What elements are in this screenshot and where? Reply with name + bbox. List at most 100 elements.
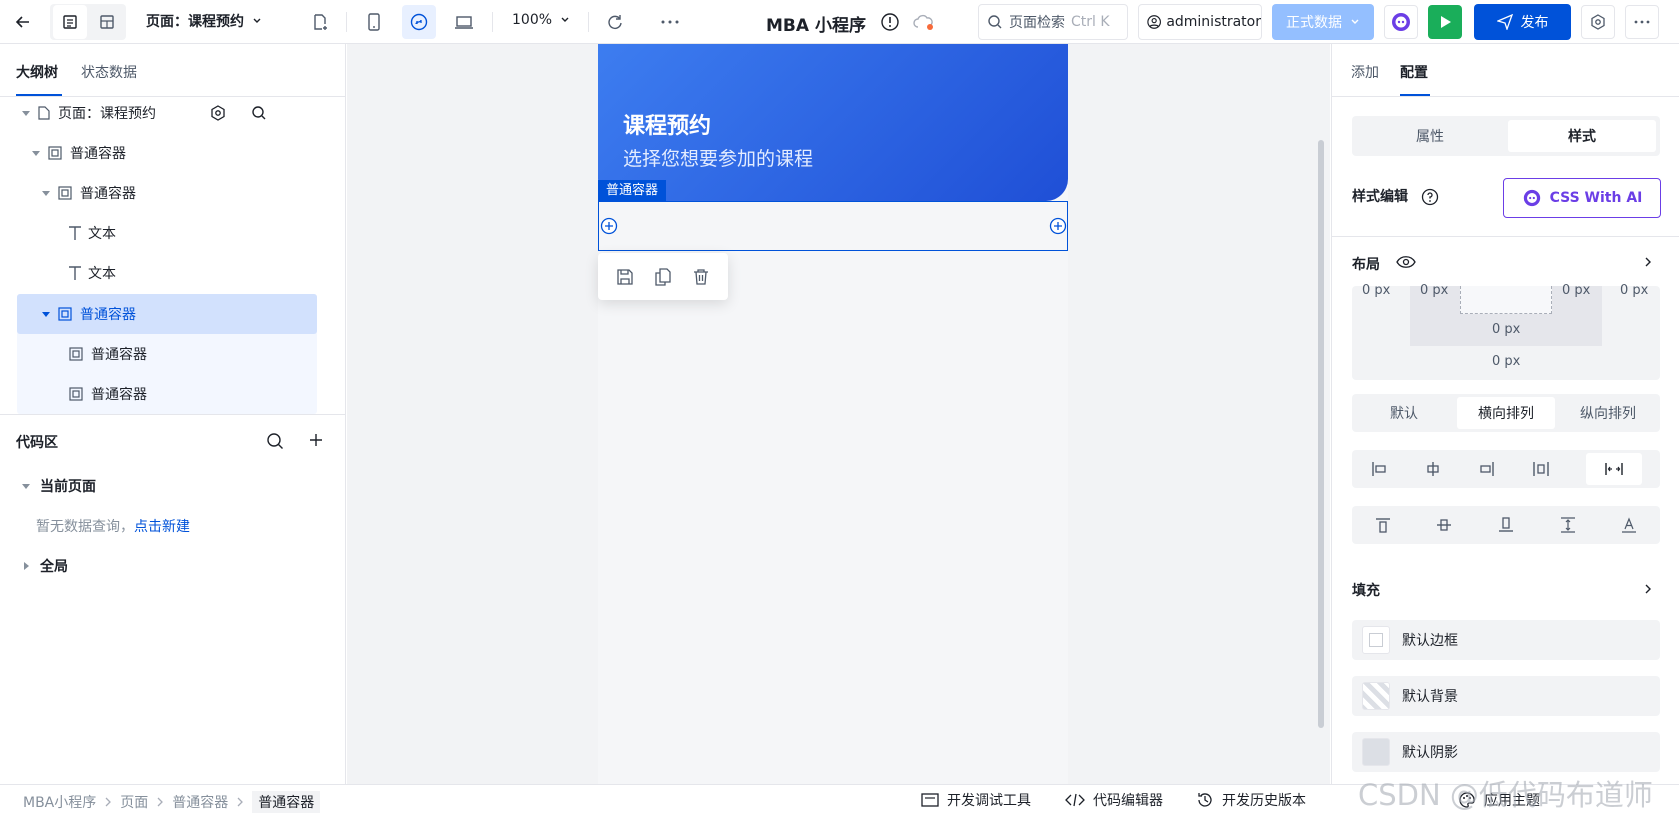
selected-component-tag: 普通容器 <box>598 180 667 201</box>
justify-start-icon[interactable] <box>1370 460 1388 478</box>
align-top-icon[interactable] <box>1374 516 1392 534</box>
code-editor-button[interactable]: 代码编辑器 <box>1065 790 1163 810</box>
save-icon[interactable] <box>616 268 634 286</box>
mobile-device-icon[interactable] <box>357 5 391 39</box>
fill-section-title[interactable]: 填充 <box>1352 580 1380 600</box>
chevron-down-icon <box>561 17 569 22</box>
caret-down-icon <box>22 111 30 116</box>
breadcrumb-app[interactable]: MBA小程序 <box>23 792 96 812</box>
insert-left-icon[interactable] <box>600 217 618 235</box>
back-arrow-icon[interactable] <box>6 5 40 39</box>
settings-gear-icon[interactable] <box>1581 5 1615 39</box>
justify-between-icon[interactable] <box>1532 460 1550 478</box>
justify-end-icon[interactable] <box>1478 460 1496 478</box>
padding-bottom-value[interactable]: 0 px <box>1492 322 1520 337</box>
chevron-right-icon[interactable] <box>1643 583 1653 595</box>
container-icon <box>69 387 83 401</box>
text-icon <box>69 226 81 240</box>
padding-left-value[interactable]: 0 px <box>1420 283 1448 298</box>
dev-tools-button[interactable]: 开发调试工具 <box>921 790 1031 810</box>
more-icon[interactable] <box>653 5 687 39</box>
user-menu[interactable]: administrator <box>1138 4 1262 40</box>
breadcrumb-container[interactable]: 普通容器 <box>172 792 228 812</box>
new-page-icon[interactable] <box>303 5 337 39</box>
publish-label: 发布 <box>1520 15 1549 31</box>
direction-default[interactable]: 默认 <box>1355 397 1453 429</box>
code-global[interactable]: 全局 <box>22 556 68 576</box>
tree-node-container[interactable]: 普通容器 <box>17 334 317 374</box>
fill-shadow-row[interactable]: 默认阴影 <box>1352 732 1660 772</box>
divider <box>346 12 347 32</box>
settings-gear-icon[interactable] <box>210 105 226 121</box>
cloud-sync-icon[interactable] <box>912 12 934 32</box>
more-menu-icon[interactable] <box>1625 5 1659 39</box>
ai-assistant-icon[interactable] <box>1384 5 1418 39</box>
layout-view-icon[interactable] <box>90 5 124 39</box>
refresh-icon[interactable] <box>598 5 632 39</box>
search-icon[interactable] <box>251 105 267 121</box>
tree-node-container[interactable]: 普通容器 <box>17 374 317 414</box>
align-stretch-icon[interactable] <box>1559 516 1577 534</box>
tree-node-container[interactable]: 普通容器 <box>16 133 316 173</box>
tree-node-text[interactable]: 文本 <box>16 253 316 293</box>
margin-left-value[interactable]: 0 px <box>1362 283 1390 298</box>
fill-border-row[interactable]: 默认边框 <box>1352 620 1660 660</box>
layout-section-title[interactable]: 布局 <box>1352 254 1380 274</box>
tree-node-container-selected[interactable]: 普通容器 <box>17 294 317 334</box>
history-button[interactable]: 开发历史版本 <box>1196 790 1306 810</box>
tab-outline[interactable]: 大纲树 <box>16 62 58 82</box>
insert-right-icon[interactable] <box>1049 217 1067 235</box>
padding-right-value[interactable]: 0 px <box>1562 283 1590 298</box>
add-icon[interactable] <box>308 432 324 448</box>
justify-around-option[interactable] <box>1586 453 1642 485</box>
eye-icon[interactable] <box>1396 255 1416 269</box>
justify-center-icon[interactable] <box>1424 460 1442 478</box>
code-current-page[interactable]: 当前页面 <box>22 476 96 496</box>
tree-node-text[interactable]: 文本 <box>16 213 316 253</box>
outline-view-icon[interactable] <box>53 5 87 39</box>
help-icon[interactable] <box>1421 188 1439 206</box>
chevron-right-icon[interactable] <box>1643 256 1653 268</box>
margin-right-value[interactable]: 0 px <box>1620 283 1648 298</box>
tab-config[interactable]: 配置 <box>1400 62 1428 82</box>
ai-assistant-icon <box>1523 189 1540 207</box>
delete-icon[interactable] <box>692 268 710 286</box>
fill-background-row[interactable]: 默认背景 <box>1352 676 1660 716</box>
tree-label: 页面：课程预约 <box>58 106 156 122</box>
breadcrumb-current[interactable]: 普通容器 <box>252 791 321 813</box>
preview-play-icon[interactable] <box>1428 5 1462 39</box>
margin-bottom-value[interactable]: 0 px <box>1492 354 1520 369</box>
style-edit-label: 样式编辑 <box>1352 189 1408 205</box>
canvas-scrollbar[interactable] <box>1318 140 1324 728</box>
history-icon <box>1198 793 1212 807</box>
align-options <box>1352 506 1660 544</box>
zoom-value: 100% <box>512 12 553 28</box>
copy-icon[interactable] <box>654 267 672 286</box>
tab-state-data[interactable]: 状态数据 <box>81 62 137 82</box>
desktop-device-icon[interactable] <box>447 5 481 39</box>
page-search-input[interactable]: 页面检索 Ctrl K <box>978 4 1128 40</box>
direction-vertical[interactable]: 纵向排列 <box>1559 397 1657 429</box>
publish-button[interactable]: 发布 <box>1474 4 1571 40</box>
align-baseline-icon[interactable] <box>1620 516 1638 534</box>
tree-label: 普通容器 <box>80 186 136 202</box>
css-with-ai-button[interactable]: CSS With AI <box>1503 178 1661 218</box>
zoom-select[interactable]: 100% <box>512 12 570 28</box>
breadcrumb-page[interactable]: 页面 <box>120 792 148 812</box>
env-select[interactable]: 正式数据 <box>1272 4 1374 40</box>
selected-container-outline[interactable] <box>598 201 1068 251</box>
tab-add[interactable]: 添加 <box>1351 62 1379 82</box>
seg-properties[interactable]: 属性 <box>1356 120 1504 152</box>
direction-horizontal[interactable]: 横向排列 <box>1457 397 1555 429</box>
background-swatch <box>1362 682 1390 710</box>
create-query-link[interactable]: 点击新建 <box>134 519 190 535</box>
page-selector[interactable]: 页面：课程预约 <box>146 11 262 31</box>
info-icon[interactable] <box>880 12 900 32</box>
miniprogram-device-icon[interactable] <box>402 5 436 39</box>
seg-style[interactable]: 样式 <box>1508 120 1656 152</box>
tree-node-container[interactable]: 普通容器 <box>16 173 316 213</box>
align-bottom-icon[interactable] <box>1497 516 1515 534</box>
search-icon[interactable] <box>266 432 284 450</box>
align-middle-icon[interactable] <box>1435 516 1453 534</box>
tree-node-page[interactable]: 页面：课程预约 <box>16 93 316 133</box>
